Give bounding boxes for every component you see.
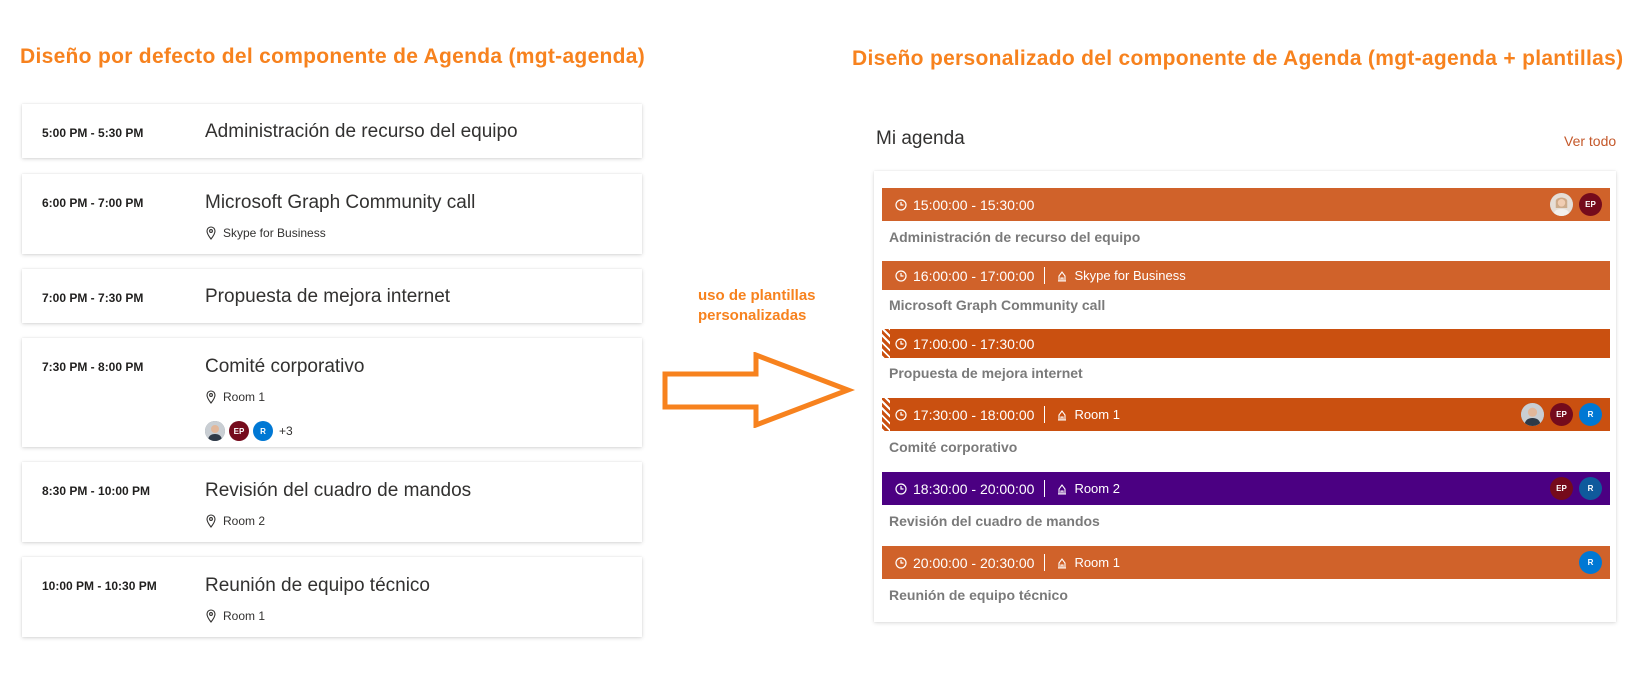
clock-icon [895, 482, 907, 495]
event-time: 7:30 PM - 8:00 PM [42, 360, 144, 374]
agenda-title: Mi agenda [876, 128, 965, 149]
event-location-text: Skype for Business [223, 226, 326, 240]
custom-design-heading: Diseño personalizado del componente de A… [852, 47, 1624, 70]
templates-label: uso de plantillas personalizadas [698, 287, 816, 324]
event-title: Microsoft Graph Community call [889, 297, 1106, 313]
clock-icon [895, 556, 907, 569]
event-bar[interactable]: 20:00:00 - 20:30:00 Room 1 R [882, 546, 1610, 579]
event-location: Skype for Business [205, 226, 326, 240]
event-location: Room 2 [205, 514, 265, 528]
event-card[interactable]: 5:00 PM - 5:30 PM Administración de recu… [22, 104, 642, 158]
avatar-photo[interactable] [1550, 193, 1573, 216]
clock-icon [895, 269, 907, 282]
attendee-list: EP [1550, 193, 1602, 216]
event-time: 17:00:00 - 17:30:00 [913, 335, 1035, 352]
event-location-text: Room 2 [223, 514, 266, 528]
event-bar[interactable]: 16:00:00 - 17:00:00 Skype for Business [882, 261, 1610, 290]
avatar-r[interactable]: R [1579, 403, 1602, 426]
event-bar[interactable]: 17:30:00 - 18:00:00 Room 1 EP R [882, 398, 1610, 431]
event-time: 16:00:00 - 17:00:00 [913, 267, 1035, 284]
avatar-r[interactable]: R [253, 421, 273, 441]
right-arrow-icon [662, 352, 856, 428]
event-bar[interactable]: 17:00:00 - 17:30:00 [882, 329, 1610, 358]
event-time: 17:30:00 - 18:00:00 [913, 406, 1035, 423]
event-card[interactable]: 8:30 PM - 10:00 PM Revisión del cuadro d… [22, 462, 642, 542]
event-time: 5:00 PM - 5:30 PM [42, 126, 144, 140]
event-time: 20:00:00 - 20:30:00 [913, 554, 1035, 571]
separator [1044, 480, 1046, 497]
avatar-photo[interactable] [1521, 403, 1544, 426]
event-title: Revisión del cuadro de mandos [205, 480, 472, 501]
event-time: 15:00:00 - 15:30:00 [913, 196, 1035, 213]
event-title: Comité corporativo [205, 356, 365, 377]
attendee-list: EP R +3 [205, 421, 293, 441]
event-title: Revisión del cuadro de mandos [889, 513, 1100, 529]
event-location-text: Room 1 [223, 609, 266, 623]
event-location-text: Room 1 [1074, 407, 1120, 422]
event-title: Comité corporativo [889, 439, 1018, 455]
event-time: 7:00 PM - 7:30 PM [42, 291, 144, 305]
event-time: 8:30 PM - 10:00 PM [42, 484, 151, 498]
event-location-text: Room 1 [1074, 555, 1120, 570]
event-bar[interactable]: 18:30:00 - 20:00:00 Room 2 EP R [882, 472, 1610, 505]
avatar-ep[interactable]: EP [1579, 193, 1602, 216]
clock-icon [895, 198, 907, 211]
event-title: Reunión de equipo técnico [889, 587, 1068, 603]
building-icon [1058, 270, 1067, 282]
location-pin-icon [206, 226, 216, 240]
event-time: 18:30:00 - 20:00:00 [913, 480, 1035, 497]
event-location: Room 1 [205, 609, 265, 623]
event-title: Propuesta de mejora internet [889, 365, 1083, 381]
avatar-ep[interactable]: EP [1550, 403, 1573, 426]
separator [1044, 554, 1046, 571]
event-card[interactable]: 6:00 PM - 7:00 PM Microsoft Graph Commun… [22, 174, 642, 254]
clock-icon [895, 408, 907, 421]
event-card[interactable]: 10:00 PM - 10:30 PM Reunión de equipo té… [22, 557, 642, 637]
tentative-indicator [882, 329, 890, 358]
event-title: Administración de recurso del equipo [889, 229, 1141, 245]
event-title: Propuesta de mejora internet [205, 286, 451, 307]
event-location: Room 1 [205, 390, 265, 404]
event-title: Reunión de equipo técnico [205, 575, 431, 596]
event-time: 6:00 PM - 7:00 PM [42, 196, 144, 210]
event-card[interactable]: 7:00 PM - 7:30 PM Propuesta de mejora in… [22, 269, 642, 323]
avatar-photo[interactable] [205, 421, 225, 441]
event-title: Administración de recurso del equipo [205, 121, 518, 142]
attendee-list: EP R [1550, 477, 1602, 500]
more-attendees[interactable]: +3 [279, 424, 293, 438]
attendee-list: EP R [1521, 403, 1602, 426]
tentative-indicator [882, 398, 890, 431]
person-photo-icon [205, 421, 225, 441]
location-pin-icon [206, 609, 216, 623]
event-location-text: Room 1 [223, 390, 266, 404]
event-card[interactable]: 7:30 PM - 8:00 PM Comité corporativo Roo… [22, 338, 642, 447]
avatar-r[interactable]: R [1579, 551, 1602, 574]
event-location-text: Room 2 [1074, 481, 1120, 496]
see-all-link[interactable]: Ver todo [1564, 133, 1616, 149]
avatar-r[interactable]: R [1579, 477, 1602, 500]
building-icon [1058, 557, 1067, 569]
event-bar[interactable]: 15:00:00 - 15:30:00 EP [882, 188, 1610, 221]
avatar-ep[interactable]: EP [229, 421, 249, 441]
building-icon [1058, 483, 1067, 495]
location-pin-icon [206, 514, 216, 528]
person-photo-icon [1521, 403, 1544, 426]
clock-icon [895, 337, 907, 350]
attendee-list: R [1579, 551, 1602, 574]
event-title: Microsoft Graph Community call [205, 192, 476, 213]
separator [1044, 267, 1046, 284]
event-time: 10:00 PM - 10:30 PM [42, 579, 157, 593]
location-pin-icon [206, 390, 216, 404]
building-icon [1058, 409, 1067, 421]
event-location-text: Skype for Business [1074, 268, 1186, 283]
separator [1044, 406, 1046, 423]
person-photo-icon [1550, 193, 1573, 216]
avatar-ep[interactable]: EP [1550, 477, 1573, 500]
default-design-heading: Diseño por defecto del componente de Age… [20, 45, 646, 68]
